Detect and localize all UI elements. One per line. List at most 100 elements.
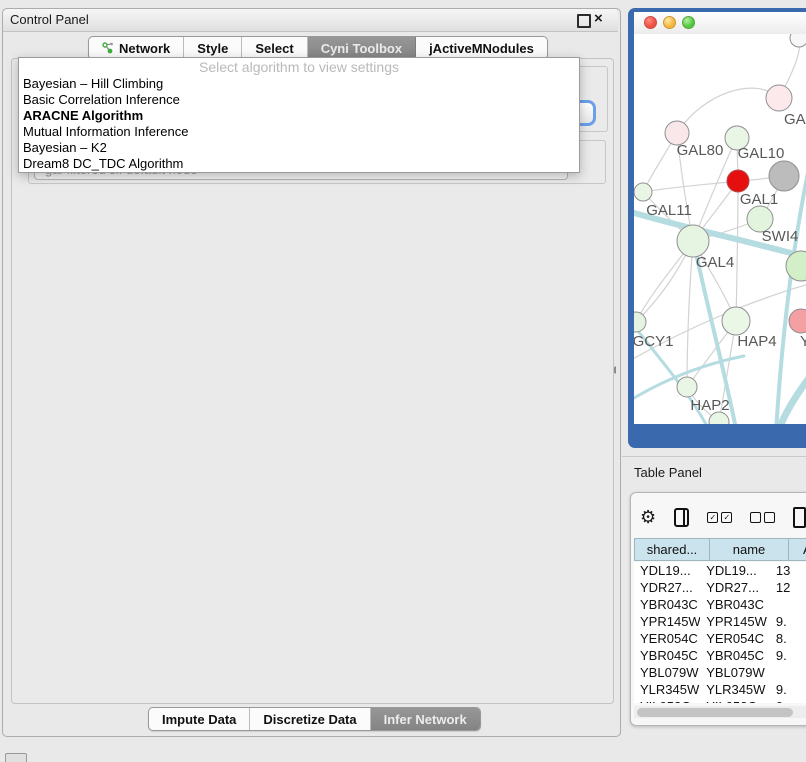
network-node[interactable] — [790, 34, 806, 47]
table-cell: 9. — [770, 681, 806, 698]
select-all-checkboxes-icon[interactable]: ✓✓ — [707, 512, 732, 523]
network-icon — [102, 42, 114, 54]
network-canvas[interactable]: GALGAL80GAL10GAL1GAL11SWI4GAL4GCY1HAP4YH… — [634, 34, 806, 424]
network-node-label: GAL1 — [740, 191, 778, 208]
table-row[interactable]: YLR345WYLR345W9. — [634, 681, 806, 698]
table-row[interactable]: YER054CYER054C8. — [634, 630, 806, 647]
table-cell: YPR145W — [634, 613, 700, 630]
table-cell: YLR345W — [700, 681, 770, 698]
table-cell: YIL052C — [700, 698, 770, 703]
table-horizontal-scrollbar-thumb[interactable] — [637, 708, 793, 717]
network-window-titlebar[interactable] — [634, 12, 806, 35]
column-header-shared-name[interactable]: shared... — [635, 539, 710, 560]
control-panel-title: Control Panel — [10, 12, 89, 27]
table-cell: 13 — [770, 562, 806, 579]
table-cell: YBL079W — [700, 664, 770, 681]
network-node-label: HAP2 — [690, 397, 729, 414]
table-cell: YBR045C — [634, 647, 700, 664]
application-root: Control Panel × Network Style Select Cyn… — [0, 0, 806, 762]
network-node[interactable] — [634, 183, 652, 201]
bottom-tabs: Impute Data Discretize Data Infer Networ… — [148, 707, 481, 731]
table-cell: 12 — [770, 579, 806, 596]
network-node[interactable] — [769, 161, 799, 191]
tab-jactivemnodules[interactable]: jActiveMNodules — [416, 37, 547, 59]
minimize-traffic-light[interactable] — [663, 16, 676, 29]
table-panel-divider — [622, 456, 806, 457]
popup-item[interactable]: ARACNE Algorithm — [19, 108, 579, 124]
network-edge[interactable] — [736, 181, 738, 321]
network-edge[interactable] — [643, 181, 738, 192]
algorithm-popup: Select algorithm to view settings Bayesi… — [18, 57, 580, 173]
network-edge[interactable] — [687, 241, 693, 387]
table-cell: YBR043C — [700, 596, 770, 613]
table-cell: 9. — [770, 613, 806, 630]
document-icon[interactable] — [793, 507, 806, 528]
table-cell: YBR043C — [634, 596, 700, 613]
table-cell: YDR27... — [634, 579, 700, 596]
tab-discretize-data[interactable]: Discretize Data — [250, 708, 370, 730]
popup-item[interactable]: Mutual Information Inference — [19, 124, 579, 140]
table-cell — [770, 596, 806, 613]
table-row[interactable]: YBR043CYBR043C — [634, 596, 806, 613]
table-cell: YDL19... — [634, 562, 700, 579]
table-row[interactable]: YIL052CYIL052C9. — [634, 698, 806, 703]
table-cell: YIL052C — [634, 698, 700, 703]
network-node[interactable] — [766, 85, 792, 111]
table-cell: 8. — [770, 630, 806, 647]
tab-impute-data[interactable]: Impute Data — [149, 708, 250, 730]
network-node[interactable] — [677, 377, 697, 397]
table-cell — [770, 664, 806, 681]
network-node[interactable] — [727, 170, 749, 192]
table-toolbar: ⚙ ✓✓ — [640, 500, 806, 534]
network-node-label: GAL — [784, 111, 806, 128]
column-header-third[interactable]: A — [789, 539, 806, 560]
gear-icon[interactable]: ⚙ — [640, 508, 656, 526]
network-node[interactable] — [677, 225, 709, 257]
table-cell: YBR045C — [700, 647, 770, 664]
network-node-label: GAL10 — [738, 145, 785, 162]
table-cell: YBL079W — [634, 664, 700, 681]
columns-icon[interactable] — [674, 508, 689, 527]
column-header-name[interactable]: name — [710, 539, 789, 560]
tab-select[interactable]: Select — [242, 37, 307, 59]
table-cell: YDR27... — [700, 579, 770, 596]
zoom-traffic-light[interactable] — [682, 16, 695, 29]
network-node[interactable] — [789, 309, 806, 333]
table-row[interactable]: YDR27...YDR27...12 — [634, 579, 806, 596]
table-row[interactable]: YBR045CYBR045C9. — [634, 647, 806, 664]
popup-item[interactable]: Dream8 DC_TDC Algorithm — [19, 156, 579, 172]
close-icon[interactable]: × — [594, 10, 603, 27]
float-window-icon[interactable] — [577, 14, 591, 28]
network-edge[interactable] — [677, 88, 779, 133]
control-panel-titlebar[interactable] — [3, 9, 618, 32]
popup-item[interactable]: Basic Correlation Inference — [19, 92, 579, 108]
table-cell: YER054C — [634, 630, 700, 647]
network-node-label: GCY1 — [634, 333, 673, 350]
tab-network-label: Network — [119, 41, 170, 56]
network-node-label: GAL11 — [646, 202, 692, 219]
popup-item[interactable]: Bayesian – Hill Climbing — [19, 76, 579, 92]
tab-cyni-toolbox[interactable]: Cyni Toolbox — [308, 37, 416, 59]
deselect-all-checkboxes-icon[interactable] — [750, 512, 775, 523]
table-row[interactable]: YPR145WYPR145W9. — [634, 613, 806, 630]
close-traffic-light[interactable] — [644, 16, 657, 29]
network-node-label: GAL4 — [696, 254, 734, 271]
algorithm-popup-placeholder: Select algorithm to view settings — [19, 58, 579, 76]
table-row[interactable]: YBL079WYBL079W — [634, 664, 806, 681]
tab-style[interactable]: Style — [184, 37, 242, 59]
minimized-panel-button[interactable] — [5, 753, 27, 762]
table-rows: YDL19...YDL19...13YDR27...YDR27...12YBR0… — [634, 562, 806, 703]
network-node[interactable] — [634, 312, 646, 332]
network-node[interactable] — [722, 307, 750, 335]
table-cell: YDL19... — [700, 562, 770, 579]
table-row[interactable]: YDL19...YDL19...13 — [634, 562, 806, 579]
network-graph[interactable]: GALGAL80GAL10GAL1GAL11SWI4GAL4GCY1HAP4YH… — [634, 34, 806, 424]
network-node-label: HAP4 — [737, 333, 776, 350]
popup-item[interactable]: Bayesian – K2 — [19, 140, 579, 156]
tab-network[interactable]: Network — [89, 37, 184, 59]
table-cell: 9. — [770, 698, 806, 703]
algorithm-popup-list: Bayesian – Hill ClimbingBasic Correlatio… — [19, 76, 579, 172]
tab-infer-network[interactable]: Infer Network — [371, 708, 480, 730]
table-cell: 9. — [770, 647, 806, 664]
table-header-row: shared... name A — [634, 538, 806, 561]
